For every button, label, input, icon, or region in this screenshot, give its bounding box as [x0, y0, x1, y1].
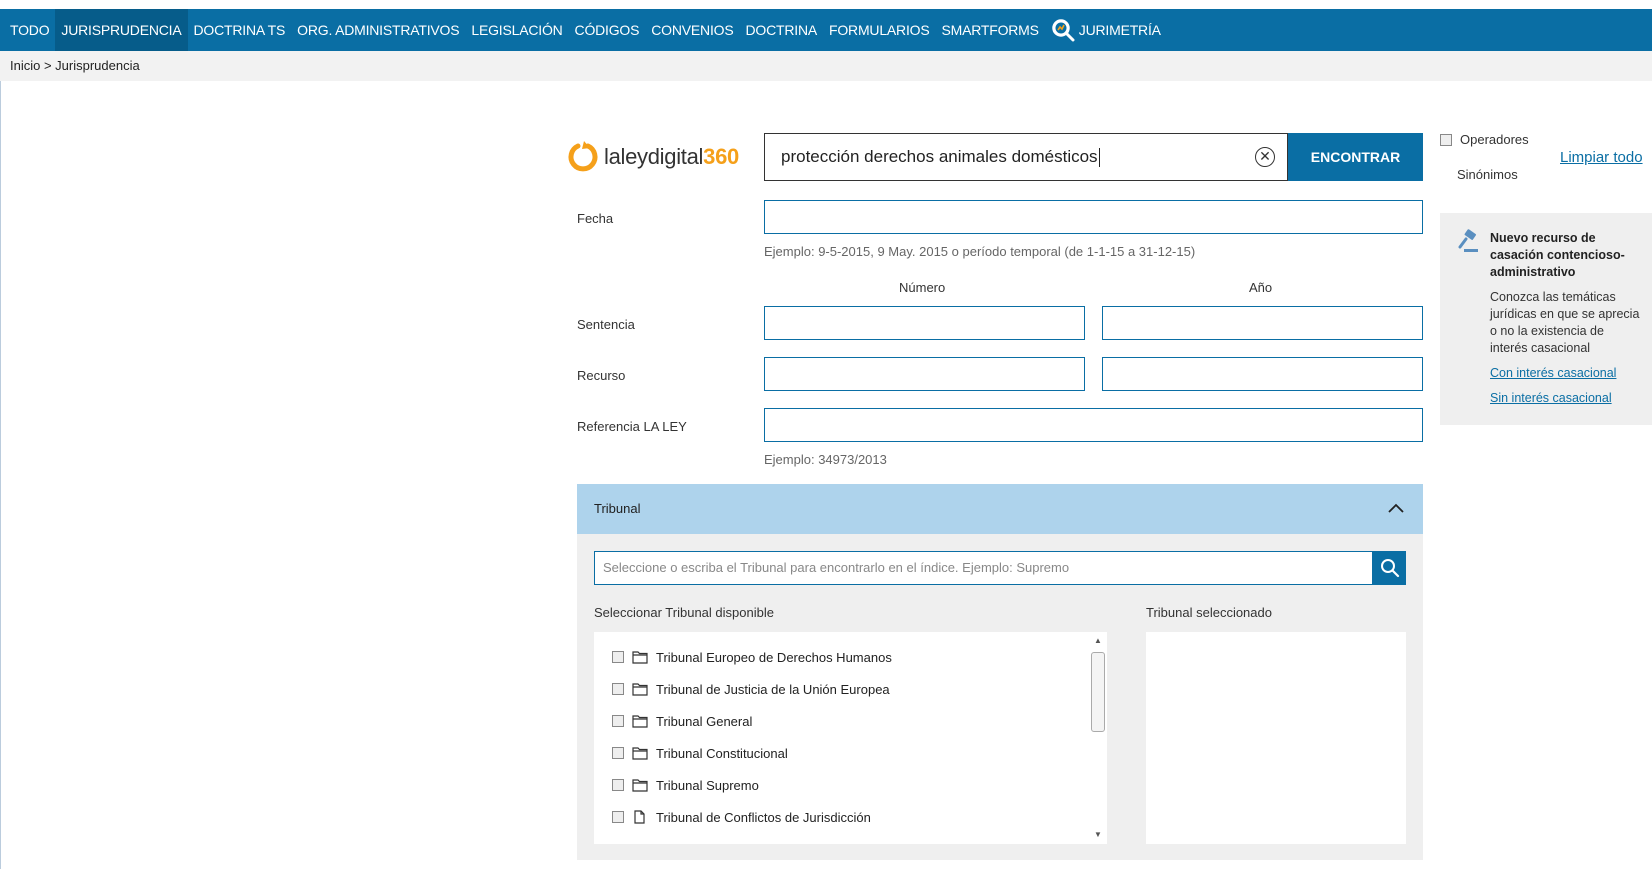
tribunal-checkbox[interactable]: [612, 651, 624, 663]
jurimetria-label: JURIMETRÍA: [1078, 22, 1161, 38]
nav-legislacion[interactable]: LEGISLACIÓN: [465, 9, 568, 51]
chevron-up-icon[interactable]: [1387, 501, 1405, 515]
tribunal-checkbox[interactable]: [612, 811, 624, 823]
gavel-icon: [1458, 229, 1478, 252]
limpiar-todo-link[interactable]: Limpiar todo: [1560, 149, 1643, 166]
card-text: Conozca las temáticas jurídicas en que s…: [1490, 290, 1640, 355]
list-item[interactable]: Tribunal Constitucional: [612, 743, 788, 763]
folder-icon: [632, 779, 648, 792]
tribunal-list-scrollbar[interactable]: ▲ ▼: [1089, 632, 1107, 844]
card-title: Nuevo recurso de casación contencioso-ad…: [1490, 231, 1625, 279]
nav-codigos[interactable]: CÓDIGOS: [569, 9, 646, 51]
clear-search-icon[interactable]: ✕: [1255, 147, 1275, 167]
casacion-info-card: Nuevo recurso de casación contencioso-ad…: [1440, 213, 1652, 425]
tribunal-item-label: Tribunal de Conflictos de Jurisdicción: [656, 809, 871, 825]
folder-icon: [632, 747, 648, 760]
operadores-checkbox[interactable]: [1440, 133, 1452, 146]
operadores-label: Operadores: [1460, 132, 1529, 147]
nav-jurimetria[interactable]: JURIMETRÍA: [1045, 9, 1167, 51]
search-query-text: protección derechos animales domésticos: [781, 147, 1100, 168]
sentencia-ano-input[interactable]: [1102, 306, 1423, 340]
scrollbar-thumb[interactable]: [1091, 652, 1105, 732]
fecha-hint: Ejemplo: 9-5-2015, 9 May. 2015 o período…: [764, 244, 1196, 259]
tribunal-panel-body: Seleccione o escriba el Tribunal para en…: [577, 534, 1423, 860]
list-item[interactable]: Tribunal General: [612, 711, 752, 731]
sinonimos-label[interactable]: Sinónimos: [1457, 167, 1529, 182]
left-edge-divider: [0, 81, 1, 869]
nav-org-administrativos[interactable]: ORG. ADMINISTRATIVOS: [291, 9, 465, 51]
document-icon: [634, 810, 645, 824]
tribunal-checkbox[interactable]: [612, 747, 624, 759]
search-options: Operadores Sinónimos: [1440, 132, 1529, 182]
tribunal-title: Tribunal: [594, 501, 641, 516]
recurso-numero-input[interactable]: [764, 357, 1085, 391]
tribunal-checkbox[interactable]: [612, 779, 624, 791]
nav-jurisprudencia[interactable]: JURISPRUDENCIA: [55, 9, 188, 51]
main-search-input[interactable]: protección derechos animales domésticos …: [764, 133, 1288, 181]
ano-header: Año: [1249, 280, 1273, 295]
fecha-label: Fecha: [577, 211, 614, 226]
selected-tribunal-box: [1146, 632, 1406, 844]
sentencia-numero-input[interactable]: [764, 306, 1085, 340]
tribunal-checkbox[interactable]: [612, 683, 624, 695]
laleydigital-logo: laleydigital360: [566, 140, 739, 174]
folder-icon: [632, 715, 648, 728]
con-interes-link[interactable]: Con interés casacional: [1490, 366, 1616, 380]
sin-interes-link[interactable]: Sin interés casacional: [1490, 391, 1612, 405]
tribunal-search-input[interactable]: Seleccione o escriba el Tribunal para en…: [594, 551, 1373, 585]
fecha-input[interactable]: [764, 200, 1423, 234]
tribunal-checkbox[interactable]: [612, 715, 624, 727]
nav-formularios[interactable]: FORMULARIOS: [823, 9, 935, 51]
power-ring-logo-icon: [568, 141, 598, 172]
folder-icon: [632, 683, 648, 696]
nav-doctrina[interactable]: DOCTRINA: [739, 9, 823, 51]
tribunal-item-label: Tribunal Europeo de Derechos Humanos: [656, 649, 892, 665]
nav-todo[interactable]: TODO: [0, 9, 55, 51]
top-nav-bar: TODO JURISPRUDENCIA DOCTRINA TS ORG. ADM…: [0, 9, 1652, 51]
folder-icon: [632, 651, 648, 664]
tribunal-item-label: Tribunal de Justicia de la Unión Europea: [656, 681, 890, 697]
tribunal-item-label: Tribunal General: [656, 713, 753, 729]
tribunal-item-label: Tribunal Constitucional: [656, 745, 788, 761]
referencia-input[interactable]: [764, 408, 1423, 442]
numero-header: Número: [899, 280, 946, 295]
nav-smartforms[interactable]: SMARTFORMS: [935, 9, 1044, 51]
tribunal-list: Tribunal Europeo de Derechos Humanos Tri…: [594, 632, 1107, 844]
nav-convenios[interactable]: CONVENIOS: [645, 9, 739, 51]
list-item[interactable]: Tribunal Supremo: [612, 775, 759, 795]
search-icon: [1380, 559, 1399, 578]
encontrar-button[interactable]: ENCONTRAR: [1288, 133, 1423, 181]
logo-wordmark: laleydigital360: [604, 144, 739, 169]
nav-doctrina-ts[interactable]: DOCTRINA TS: [188, 9, 292, 51]
available-tribunal-label: Seleccionar Tribunal disponible: [594, 605, 774, 620]
recurso-label: Recurso: [577, 368, 626, 383]
list-item[interactable]: Tribunal de Justicia de la Unión Europea: [612, 679, 890, 699]
tribunal-search-button[interactable]: [1373, 551, 1406, 585]
breadcrumb: Inicio > Jurisprudencia: [0, 51, 1652, 81]
list-item[interactable]: Tribunal de Conflictos de Jurisdicción: [612, 807, 871, 827]
scroll-down-arrow-icon[interactable]: ▼: [1094, 830, 1102, 839]
breadcrumb-text[interactable]: Inicio > Jurisprudencia: [0, 58, 140, 73]
tribunal-panel-header[interactable]: Tribunal: [577, 484, 1423, 534]
referencia-label: Referencia LA LEY: [577, 419, 687, 434]
scroll-up-arrow-icon[interactable]: ▲: [1094, 636, 1102, 645]
recurso-ano-input[interactable]: [1102, 357, 1423, 391]
list-item[interactable]: Tribunal Europeo de Derechos Humanos: [612, 647, 892, 667]
sentencia-label: Sentencia: [577, 317, 635, 332]
selected-tribunal-label: Tribunal seleccionado: [1146, 605, 1272, 620]
referencia-hint: Ejemplo: 34973/2013: [764, 452, 887, 467]
tribunal-item-label: Tribunal Supremo: [656, 777, 759, 793]
jurimetria-magnifier-icon: [1052, 19, 1075, 42]
